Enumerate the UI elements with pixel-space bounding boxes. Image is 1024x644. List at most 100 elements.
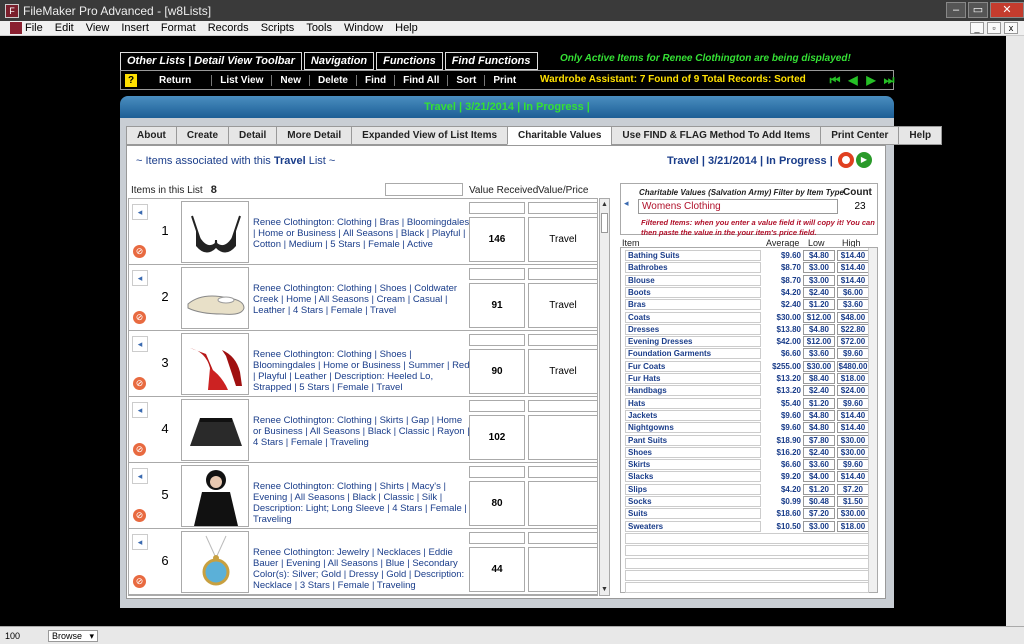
find-all-button[interactable]: Find All — [395, 74, 449, 86]
document-icon[interactable] — [10, 22, 22, 34]
item-name[interactable]: Bathrobes — [625, 262, 761, 274]
value-price-top-field[interactable] — [528, 532, 597, 544]
value-price-field[interactable] — [528, 481, 597, 526]
item-high-value[interactable]: $48.00 — [837, 311, 869, 323]
find-button[interactable]: Find — [357, 74, 396, 86]
item-low-value[interactable]: $3.00 — [803, 274, 835, 286]
go-to-record-icon[interactable]: ◂ — [132, 270, 148, 286]
delete-item-icon[interactable]: ⊘ — [133, 443, 146, 456]
maximize-button[interactable]: ▭ — [968, 2, 988, 18]
value-received-top-field[interactable] — [469, 400, 525, 412]
item-high-value[interactable]: $18.00 — [837, 520, 869, 532]
value-received-field[interactable]: 102 — [469, 415, 525, 460]
window-scrollbar[interactable] — [1006, 36, 1024, 626]
item-name[interactable]: Suits — [625, 508, 761, 520]
tab-help[interactable]: Help — [898, 126, 943, 145]
value-received-top-field[interactable] — [469, 334, 525, 346]
item-high-value[interactable]: $24.00 — [837, 385, 869, 397]
menu-help[interactable]: Help — [395, 22, 418, 34]
item-low-value[interactable]: $4.80 — [803, 323, 835, 335]
tab-more-detail[interactable]: More Detail — [276, 126, 353, 145]
delete-item-icon[interactable]: ⊘ — [133, 311, 146, 324]
tab-expanded-view[interactable]: Expanded View of List Items — [351, 126, 509, 145]
value-received-top-field[interactable] — [469, 466, 525, 478]
menu-edit[interactable]: Edit — [55, 22, 74, 34]
item-high-value[interactable]: $72.00 — [837, 336, 869, 348]
delete-item-icon[interactable]: ⊘ — [133, 377, 146, 390]
return-button[interactable]: Return — [151, 74, 213, 86]
item-low-value[interactable]: $4.80 — [803, 409, 835, 421]
item-high-value[interactable]: $14.40 — [837, 250, 869, 261]
print-button[interactable]: Print — [485, 75, 524, 86]
item-low-value[interactable]: $4.80 — [803, 422, 835, 434]
go-to-record-icon[interactable]: ◂ — [132, 204, 148, 220]
item-low-value[interactable]: $4.00 — [803, 471, 835, 483]
item-high-value[interactable]: $9.60 — [837, 459, 869, 471]
charitable-scrollbar[interactable] — [868, 248, 877, 592]
menu-window[interactable]: Window — [344, 22, 383, 34]
filter-arrow-icon[interactable]: ◂ — [624, 198, 636, 210]
tab-find-functions[interactable]: Find Functions — [444, 52, 538, 70]
item-name[interactable]: Bras — [625, 299, 761, 311]
previous-record-icon[interactable]: ◀ — [846, 73, 860, 87]
value-price-top-field[interactable] — [528, 334, 597, 346]
item-high-value[interactable]: $480.00 — [837, 360, 869, 372]
value-received-field[interactable]: 91 — [469, 283, 525, 328]
item-name[interactable]: Handbags — [625, 385, 761, 397]
tab-functions[interactable]: Functions — [376, 52, 443, 70]
item-name[interactable]: Evening Dresses — [625, 336, 761, 348]
list-search-field[interactable] — [385, 183, 463, 196]
menu-scripts[interactable]: Scripts — [261, 22, 295, 34]
item-high-value[interactable]: $14.40 — [837, 274, 869, 286]
play-icon[interactable]: ▶ — [856, 152, 872, 168]
next-record-icon[interactable]: ▶ — [864, 73, 878, 87]
item-name[interactable]: Bathing Suits — [625, 250, 761, 261]
sort-button[interactable]: Sort — [448, 74, 486, 86]
item-high-value[interactable]: $22.80 — [837, 323, 869, 335]
scroll-down-icon[interactable]: ▼ — [600, 584, 609, 595]
new-button[interactable]: New — [272, 74, 310, 86]
value-price-field[interactable]: Travel — [528, 349, 597, 394]
doc-close-button[interactable]: x — [1004, 22, 1018, 34]
menu-view[interactable]: View — [86, 22, 110, 34]
tab-detail[interactable]: Detail — [228, 126, 278, 145]
menu-format[interactable]: Format — [161, 22, 196, 34]
item-high-value[interactable]: $6.00 — [837, 286, 869, 298]
list-scrollbar[interactable]: ▲ ▼ — [599, 198, 610, 596]
item-name[interactable]: Jackets — [625, 409, 761, 421]
value-price-field[interactable] — [528, 547, 597, 592]
item-low-value[interactable]: $3.60 — [803, 459, 835, 471]
value-price-top-field[interactable] — [528, 202, 597, 214]
tab-print-center[interactable]: Print Center — [820, 126, 900, 145]
value-received-field[interactable]: 146 — [469, 217, 525, 262]
item-name[interactable]: Blouse — [625, 274, 761, 286]
tab-find-flag[interactable]: Use FIND & FLAG Method To Add Items — [611, 126, 822, 145]
delete-item-icon[interactable]: ⊘ — [133, 245, 146, 258]
go-to-record-icon[interactable]: ◂ — [132, 534, 148, 550]
item-low-value[interactable]: $12.00 — [803, 336, 835, 348]
value-price-top-field[interactable] — [528, 268, 597, 280]
minimize-button[interactable]: – — [946, 2, 966, 18]
item-name[interactable]: Slacks — [625, 471, 761, 483]
item-name[interactable]: Socks — [625, 496, 761, 507]
item-low-value[interactable]: $30.00 — [803, 360, 835, 372]
item-high-value[interactable]: $14.40 — [837, 409, 869, 421]
item-high-value[interactable]: $9.60 — [837, 348, 869, 360]
tab-navigation[interactable]: Navigation — [303, 52, 375, 70]
item-low-value[interactable]: $12.00 — [803, 311, 835, 323]
item-low-value[interactable]: $2.40 — [803, 385, 835, 397]
delete-item-icon[interactable]: ⊘ — [133, 509, 146, 522]
delete-button[interactable]: Delete — [310, 74, 357, 86]
item-name[interactable]: Shoes — [625, 446, 761, 458]
mode-selector[interactable]: ▾ Browse — [48, 629, 99, 642]
item-type-filter-field[interactable]: Womens Clothing — [638, 199, 838, 214]
value-price-field[interactable] — [528, 415, 597, 460]
item-high-value[interactable]: $30.00 — [837, 434, 869, 446]
value-received-top-field[interactable] — [469, 268, 525, 280]
item-low-value[interactable]: $3.00 — [803, 520, 835, 532]
item-name[interactable]: Pant Suits — [625, 434, 761, 446]
value-received-top-field[interactable] — [469, 202, 525, 214]
zoom-level[interactable]: 100 — [5, 631, 20, 641]
go-to-record-icon[interactable]: ◂ — [132, 468, 148, 484]
item-high-value[interactable]: $1.50 — [837, 496, 869, 507]
